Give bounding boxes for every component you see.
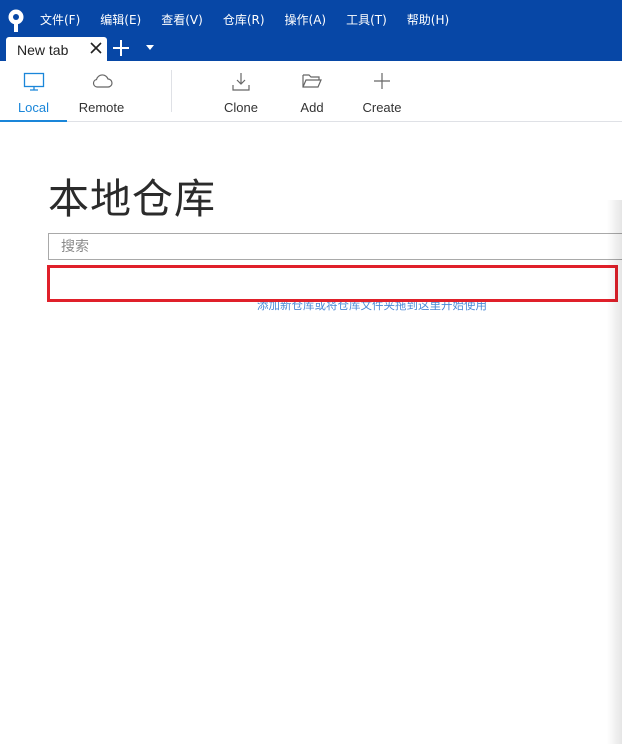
toolbar-divider (171, 70, 172, 112)
menu-view[interactable]: 查看(V) (151, 0, 213, 40)
search-input[interactable] (48, 233, 622, 260)
create-button[interactable]: Create (356, 61, 408, 121)
menu-file[interactable]: 文件(F) (30, 0, 90, 40)
empty-state-hint: 添加新仓库或将仓库文件夹拖到这里开始使用 (257, 298, 487, 312)
panel-edge-shadow (607, 200, 622, 744)
clone-label: Clone (224, 100, 258, 115)
monitor-icon (23, 72, 44, 91)
add-label: Add (300, 100, 324, 115)
add-button[interactable]: Add (286, 61, 338, 121)
menu-bar: 文件(F) 编辑(E) 查看(V) 仓库(R) 操作(A) 工具(T) 帮助(H… (30, 0, 459, 40)
remote-label: Remote (78, 100, 125, 115)
tab-label: New tab (17, 42, 69, 58)
title-bar: 文件(F) 编辑(E) 查看(V) 仓库(R) 操作(A) 工具(T) 帮助(H… (0, 0, 622, 62)
close-icon[interactable] (88, 40, 104, 56)
menu-edit[interactable]: 编辑(E) (90, 0, 151, 40)
plus-icon (374, 73, 390, 89)
download-icon (232, 73, 250, 91)
menu-help[interactable]: 帮助(H) (397, 0, 459, 40)
cloud-icon (92, 74, 113, 88)
create-label: Create (362, 100, 402, 115)
menu-repository[interactable]: 仓库(R) (213, 0, 275, 40)
tab-new-tab[interactable]: New tab (6, 37, 107, 62)
app-logo-icon (8, 9, 24, 32)
chevron-down-icon[interactable] (145, 44, 155, 52)
menu-actions[interactable]: 操作(A) (275, 0, 337, 40)
local-label: Local (17, 100, 50, 115)
local-button[interactable]: Local (0, 61, 67, 122)
clone-button[interactable]: Clone (215, 61, 267, 121)
remote-button[interactable]: Remote (67, 61, 136, 121)
plus-icon[interactable] (112, 39, 130, 57)
folder-open-icon (302, 74, 322, 88)
toolbar: Local Remote Clone Add Create (0, 61, 622, 122)
menu-tools[interactable]: 工具(T) (336, 0, 397, 40)
page-title: 本地仓库 (48, 175, 216, 223)
tab-strip: New tab (0, 36, 622, 62)
